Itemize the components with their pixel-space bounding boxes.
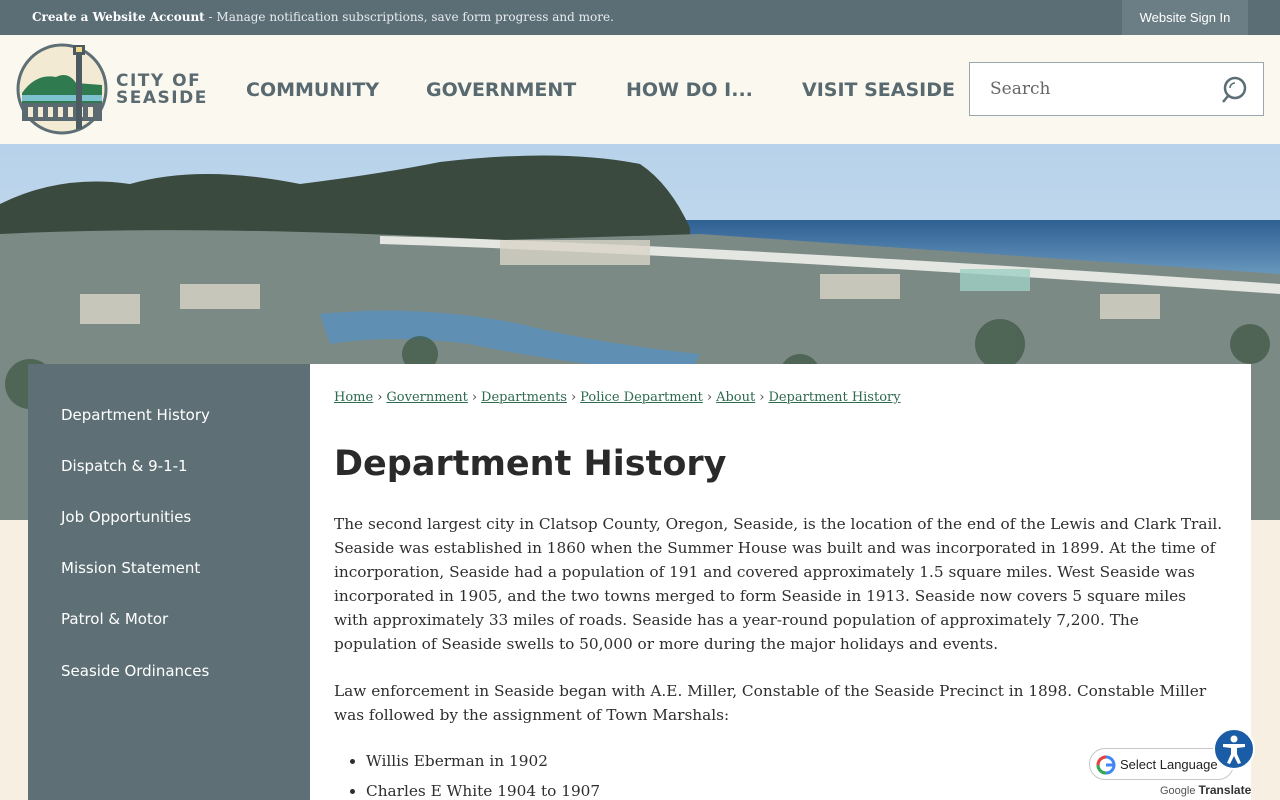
accessibility-icon [1223,735,1245,764]
create-account-link[interactable]: Create a Website Account [32,10,205,24]
logo-wordmark: CITY OF SEASIDE [116,73,208,107]
main-content: Home › Government › Departments › Police Depar… [310,364,1251,800]
sidebar-item-department-history[interactable]: Department History [61,406,210,424]
language-select[interactable]: Select Language [1089,748,1234,780]
history-paragraph-2: Law enforcement in Seaside began with A.… [334,682,1207,724]
create-account-description: - Manage notification subscriptions, sav… [204,10,614,24]
language-select-label: Select Language [1120,757,1218,772]
accessibility-button[interactable] [1213,728,1255,770]
powered-by-google-translate: Google Translate [1160,783,1251,797]
nav-visit-seaside[interactable]: VISIT SEASIDE [802,35,955,144]
nav-community[interactable]: COMMUNITY [246,35,379,144]
sidebar-item-job-opportunities[interactable]: Job Opportunities [61,508,191,526]
google-g-icon [1096,755,1116,775]
sidebar-item-mission-statement[interactable]: Mission Statement [61,559,200,577]
search-icon[interactable] [1221,75,1251,105]
breadcrumb-about[interactable]: About [716,390,755,405]
translate-label: Translate [1198,783,1252,797]
breadcrumb: Home › Government › Departments › Police Depar… [334,390,901,405]
list-item: Charles E White 1904 to 1907 [366,781,600,800]
create-account-text: Create a Website Account - Manage notifi… [32,10,614,24]
search-box [969,62,1264,116]
logo-line-2: SEASIDE [116,88,208,108]
search-input[interactable] [970,63,1210,115]
history-paragraph-1: The second largest city in Clatsop Count… [334,515,1223,653]
site-header: CITY OF SEASIDE COMMUNITY GOVERNMENT HOW… [0,35,1280,144]
sidebar-item-dispatch[interactable]: Dispatch & 9-1-1 [61,457,188,475]
google-label: Google [1160,785,1196,797]
breadcrumb-police-department[interactable]: Police Department [580,390,703,405]
city-logo[interactable]: CITY OF SEASIDE [16,43,206,135]
city-seal-icon [16,43,108,135]
list-item: Willis Eberman in 1902 [366,751,600,781]
page-title: Department History [334,444,727,484]
nav-how-do-i[interactable]: HOW DO I... [626,35,753,144]
sidebar-item-patrol-motor[interactable]: Patrol & Motor [61,610,168,628]
utility-bar: Create a Website Account - Manage notifi… [0,0,1280,35]
sidebar-item-seaside-ordinances[interactable]: Seaside Ordinances [61,662,209,680]
marshal-list: Willis Eberman in 1902 Charles E White 1… [366,751,600,800]
breadcrumb-department-history[interactable]: Department History [768,390,900,405]
breadcrumb-home[interactable]: Home [334,390,373,405]
website-sign-in-button[interactable]: Website Sign In [1122,0,1248,35]
breadcrumb-departments[interactable]: Departments [481,390,567,405]
breadcrumb-government[interactable]: Government [386,390,467,405]
nav-government[interactable]: GOVERNMENT [426,35,576,144]
sidebar-nav: Department History Dispatch & 9-1-1 Job … [28,364,310,800]
